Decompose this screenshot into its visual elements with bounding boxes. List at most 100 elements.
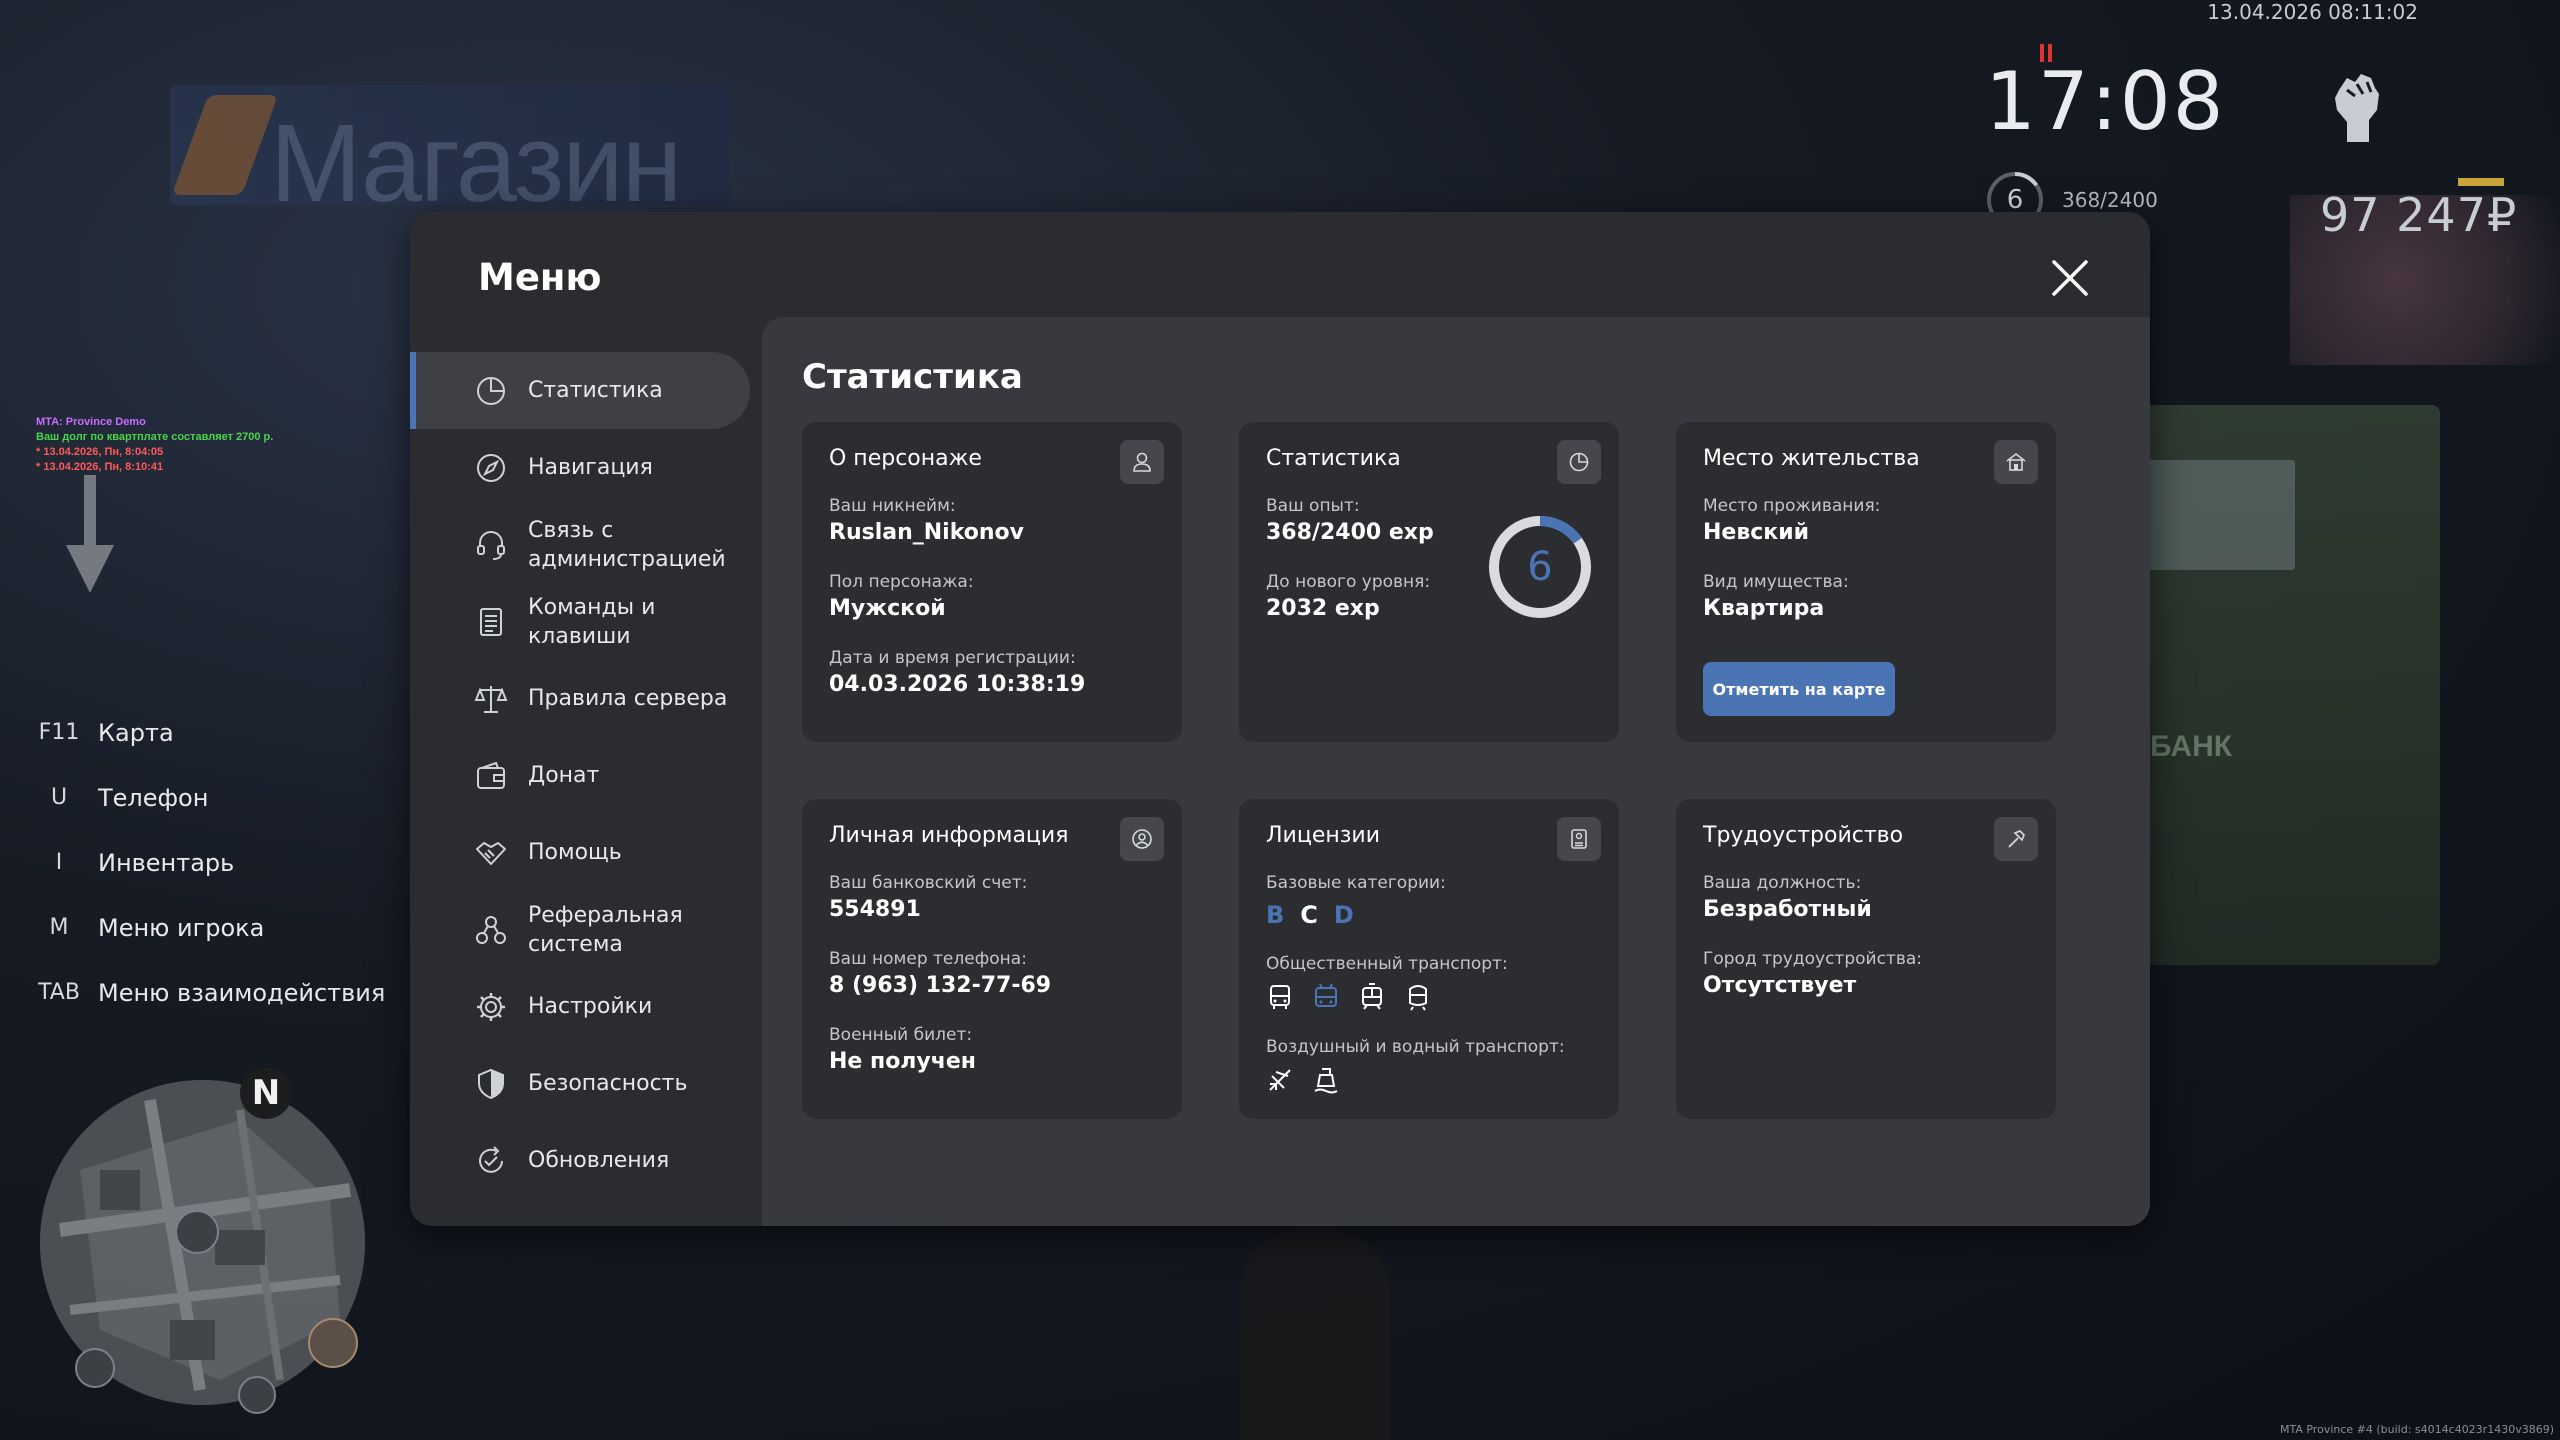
refresh-check-icon: [479, 1145, 503, 1173]
page-title: Статистика: [802, 357, 1023, 397]
phone-value: 8 (963) 132-77-69: [829, 973, 1052, 998]
sidebar-item-label: Обновления: [528, 1148, 670, 1173]
sidebar-item-label: Реферальная система: [528, 902, 683, 957]
waypoint-arrow-icon: [66, 475, 114, 593]
menu-sidebar: Статистика Навигация Связь с администрац…: [410, 352, 750, 1199]
build-version: MTA Province #4 (build: s4014c4023r1430v…: [2279, 1423, 2554, 1436]
sidebar-item-security[interactable]: Безопасность: [410, 1045, 750, 1122]
spray-blip-icon: [238, 1376, 276, 1414]
sidebar-item-label: Статистика: [528, 378, 663, 403]
nickname-value: Ruslan_Nikonov: [829, 520, 1024, 545]
card-icon-box: [1994, 817, 2038, 861]
air-water-transport-label: Воздушный и водный транспорт:: [1266, 1037, 1565, 1057]
bus-icon: [1270, 985, 1290, 1009]
bank-sign-text: БАНК: [2150, 730, 2233, 763]
scales-icon: [474, 685, 508, 713]
property-type-value: Квартира: [1703, 596, 1825, 621]
residence-place-label: Место проживания:: [1703, 496, 1881, 516]
shop-sign-text: Магазин: [270, 102, 682, 225]
compass-icon: [477, 453, 505, 482]
key-hint-row: U Телефон: [30, 765, 400, 830]
key-label: Меню взаимодействия: [98, 978, 386, 1007]
sidebar-item-label: Команды и клавиши: [528, 594, 656, 649]
key-label: Меню игрока: [98, 913, 265, 942]
hammer-icon: [2008, 830, 2025, 848]
truck-blip-icon: [308, 1318, 358, 1368]
mark-on-map-button[interactable]: Отметить на карте: [1703, 662, 1895, 716]
sidebar-item-donate[interactable]: Донат: [410, 737, 750, 814]
sidebar-item-settings[interactable]: Настройки: [410, 968, 750, 1045]
residence-place-value: Невский: [1703, 520, 1810, 545]
minimap-north-marker: N: [240, 1067, 292, 1119]
sidebar-item-help[interactable]: Помощь: [410, 814, 750, 891]
fist-weapon-icon: [2335, 74, 2379, 142]
tram-icon: [1362, 983, 1382, 1010]
user-circle-icon: [1132, 829, 1152, 849]
close-icon: [2052, 260, 2088, 296]
chat-line: Ваш долг по квартплате составляет 2700 р…: [36, 431, 274, 443]
pie-chart-icon: [1569, 452, 1589, 472]
hud-clock: 17:08: [1985, 55, 2226, 148]
id-badge-icon: [1571, 829, 1587, 849]
key-label: Инвентарь: [98, 848, 235, 877]
military-id-label: Военный билет:: [829, 1025, 973, 1045]
scene-atm-screen: [2145, 460, 2295, 570]
military-id-value: Не получен: [829, 1049, 976, 1074]
property-type-label: Вид имущества:: [1703, 572, 1849, 592]
sidebar-item-label: Безопасность: [528, 1071, 688, 1096]
license-categories: B C D: [1266, 901, 1354, 929]
gender-value: Мужской: [829, 596, 946, 621]
sidebar-item-admin-contact[interactable]: Связь с администрацией: [410, 506, 750, 583]
phone-label: Ваш номер телефона:: [829, 949, 1027, 969]
pie-chart-icon: [477, 376, 505, 405]
sidebar-item-commands[interactable]: Команды и клавиши: [410, 583, 750, 660]
chat-line: MTA: Province Demo: [36, 416, 146, 428]
air-water-transport-icons: [1266, 1066, 1340, 1094]
player-menu-window: Меню Статистика Навигация Связь с админи…: [410, 212, 2150, 1226]
close-button[interactable]: [2046, 254, 2094, 302]
sidebar-item-label: Настройки: [528, 994, 653, 1019]
referral-icon: [476, 915, 506, 944]
license-category: C: [1300, 901, 1318, 929]
sidebar-item-updates[interactable]: Обновления: [410, 1122, 750, 1199]
sidebar-item-label: Правила сервера: [528, 686, 728, 711]
key-label: Телефон: [98, 783, 209, 812]
employment-city-label: Город трудоустройства:: [1703, 949, 1922, 969]
trolleybus-icon: [1315, 983, 1337, 1007]
card-icon-box: [1994, 440, 2038, 484]
exp-label: Ваш опыт:: [1266, 496, 1360, 516]
menu-title: Меню: [478, 256, 602, 299]
sidebar-item-rules[interactable]: Правила сервера: [410, 660, 750, 737]
statistics-pane: Статистика О персонаже Ваш никнейм: Rusl…: [762, 317, 2150, 1226]
residence-card: Место жительства Место проживания: Невск…: [1676, 422, 2056, 742]
hud-money-bar: [2458, 178, 2504, 186]
key-cap: I: [55, 850, 63, 875]
card-title: Место жительства: [1703, 446, 1920, 471]
hud-exp: 368/2400: [2062, 188, 2158, 212]
card-title: Лицензии: [1266, 823, 1381, 848]
player-character: [1240, 1230, 1390, 1440]
public-transport-label: Общественный транспорт:: [1266, 954, 1508, 974]
sidebar-item-label: Помощь: [528, 840, 622, 865]
key-cap: TAB: [38, 980, 80, 1005]
bank-account-label: Ваш банковский счет:: [829, 873, 1028, 893]
employment-city-value: Отсутствует: [1703, 973, 1857, 998]
chat-log: MTA: Province Demo Ваш долг по квартплат…: [36, 415, 273, 475]
sidebar-item-statistics[interactable]: Статистика: [410, 352, 750, 429]
metro-icon: [1409, 985, 1427, 1011]
sidebar-item-referral[interactable]: Реферальная система: [410, 891, 750, 968]
document-icon: [480, 607, 502, 636]
license-category: D: [1333, 901, 1354, 929]
card-icon-box: [1120, 817, 1164, 861]
card-title: Личная информация: [829, 823, 1069, 848]
ship-icon: [1314, 1068, 1338, 1094]
key-label: Карта: [98, 718, 174, 747]
sidebar-item-navigation[interactable]: Навигация: [410, 429, 750, 506]
stats-card: Статистика Ваш опыт: 368/2400 exp До нов…: [1239, 422, 1619, 742]
gas-station-blip-icon: [175, 1210, 219, 1254]
key-cap: U: [50, 785, 68, 810]
personal-info-card: Личная информация Ваш банковский счет: 5…: [802, 799, 1182, 1119]
public-transport-icons: [1266, 983, 1432, 1011]
nickname-label: Ваш никнейм:: [829, 496, 956, 516]
house-icon: [2006, 452, 2026, 471]
